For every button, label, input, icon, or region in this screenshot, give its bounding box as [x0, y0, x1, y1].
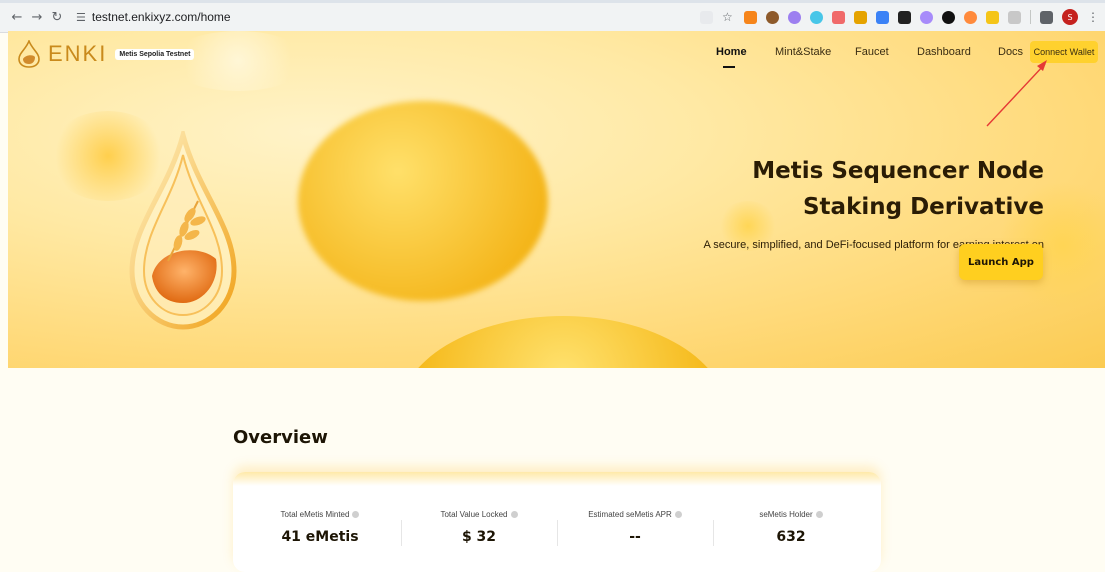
reload-icon[interactable]: ↻ — [46, 6, 68, 28]
stat-value: 632 — [776, 529, 806, 545]
stat-value: $ 32 — [461, 529, 497, 545]
address-bar[interactable]: ☰ testnet.enkixyz.com/home — [70, 6, 720, 28]
extension-strip: ☆ S ⋮ — [700, 7, 1099, 27]
info-icon[interactable] — [674, 511, 682, 518]
stat-label: Total eMetis Minted — [242, 510, 398, 519]
stat-label-text: Total eMetis Minted — [280, 510, 350, 519]
stat-label-text: Estimated seMetis APR — [588, 510, 672, 519]
droplet-wheat-illustration — [129, 131, 237, 330]
extension-icon[interactable] — [854, 10, 867, 24]
launch-app-button[interactable]: Launch App — [959, 244, 1043, 280]
extension-icon[interactable] — [810, 10, 823, 24]
stat-total-value-locked: Total Value Locked $ 32 — [401, 510, 557, 545]
url-text[interactable]: testnet.enkixyz.com/home — [92, 10, 231, 24]
hero-title-line: Metis Sequencer Node — [752, 158, 1044, 184]
annotation-arrow — [986, 60, 1047, 127]
extension-icon[interactable] — [964, 10, 977, 24]
stat-total-emetis-minted: Total eMetis Minted 41 eMetis — [242, 510, 398, 545]
stat-label: seMetis Holder — [713, 510, 869, 519]
puzzle-icon[interactable] — [1008, 10, 1021, 24]
nav-faucet[interactable]: Faucet — [855, 46, 889, 58]
hero-banner: Metis Sequencer Node Staking Derivative … — [8, 31, 1105, 368]
profile-avatar[interactable]: S — [1062, 9, 1078, 25]
stat-value: 41 eMetis — [281, 529, 359, 545]
metamask-icon[interactable] — [744, 10, 757, 24]
stat-label: Total Value Locked — [401, 510, 557, 519]
info-icon[interactable] — [510, 511, 518, 518]
card-header-strip — [233, 472, 881, 486]
stat-semetis-holder: seMetis Holder 632 — [713, 510, 869, 545]
site-info-icon[interactable]: ☰ — [76, 11, 86, 24]
extension-icon[interactable] — [986, 10, 999, 24]
menu-kebab-icon[interactable]: ⋮ — [1087, 10, 1099, 24]
translate-icon[interactable] — [700, 10, 713, 24]
network-badge: Metis Sepolia Testnet — [115, 48, 195, 60]
brand-name: ENKI — [48, 41, 108, 66]
extension-icon[interactable] — [788, 10, 801, 24]
nav-home[interactable]: Home — [716, 46, 747, 58]
overview-heading: Overview — [233, 427, 328, 448]
extension-icon[interactable] — [942, 10, 955, 24]
brand-logo[interactable]: ENKI Metis Sepolia Testnet — [18, 40, 195, 68]
browser-toolbar: ← → ↻ ☰ testnet.enkixyz.com/home ☆ S ⋮ — [0, 0, 1105, 33]
hero-title: Metis Sequencer Node Staking Derivative — [752, 153, 1044, 225]
stats-card: Total eMetis Minted 41 eMetis Total Valu… — [233, 472, 881, 572]
stat-value: -- — [629, 529, 641, 545]
toolbar-divider — [1030, 10, 1031, 24]
nav-docs[interactable]: Docs — [998, 46, 1023, 58]
hero-title-line: Staking Derivative — [802, 194, 1044, 220]
active-nav-indicator — [723, 66, 735, 68]
stat-estimated-apr: Estimated seMetis APR -- — [557, 510, 713, 545]
extension-icon[interactable] — [766, 10, 779, 24]
info-icon[interactable] — [815, 511, 823, 518]
forward-icon[interactable]: → — [26, 6, 48, 28]
stat-label-text: seMetis Holder — [759, 510, 813, 519]
tab-strip — [0, 0, 1105, 3]
bookmark-star-icon[interactable]: ☆ — [722, 10, 735, 24]
nav-dashboard[interactable]: Dashboard — [917, 46, 971, 58]
decor-blob — [298, 101, 548, 301]
stat-label: Estimated seMetis APR — [557, 510, 713, 519]
nav-mint-stake[interactable]: Mint&Stake — [775, 46, 831, 58]
stat-label-text: Total Value Locked — [440, 510, 508, 519]
info-icon[interactable] — [352, 511, 360, 518]
extension-icon[interactable] — [898, 10, 911, 24]
back-icon[interactable]: ← — [6, 6, 28, 28]
droplet-logo-icon — [18, 40, 40, 68]
extension-icon[interactable] — [832, 10, 845, 24]
side-panel-icon[interactable] — [1040, 10, 1053, 24]
extension-icon[interactable] — [920, 10, 933, 24]
decor-blob — [398, 316, 728, 368]
extension-icon[interactable] — [876, 10, 889, 24]
